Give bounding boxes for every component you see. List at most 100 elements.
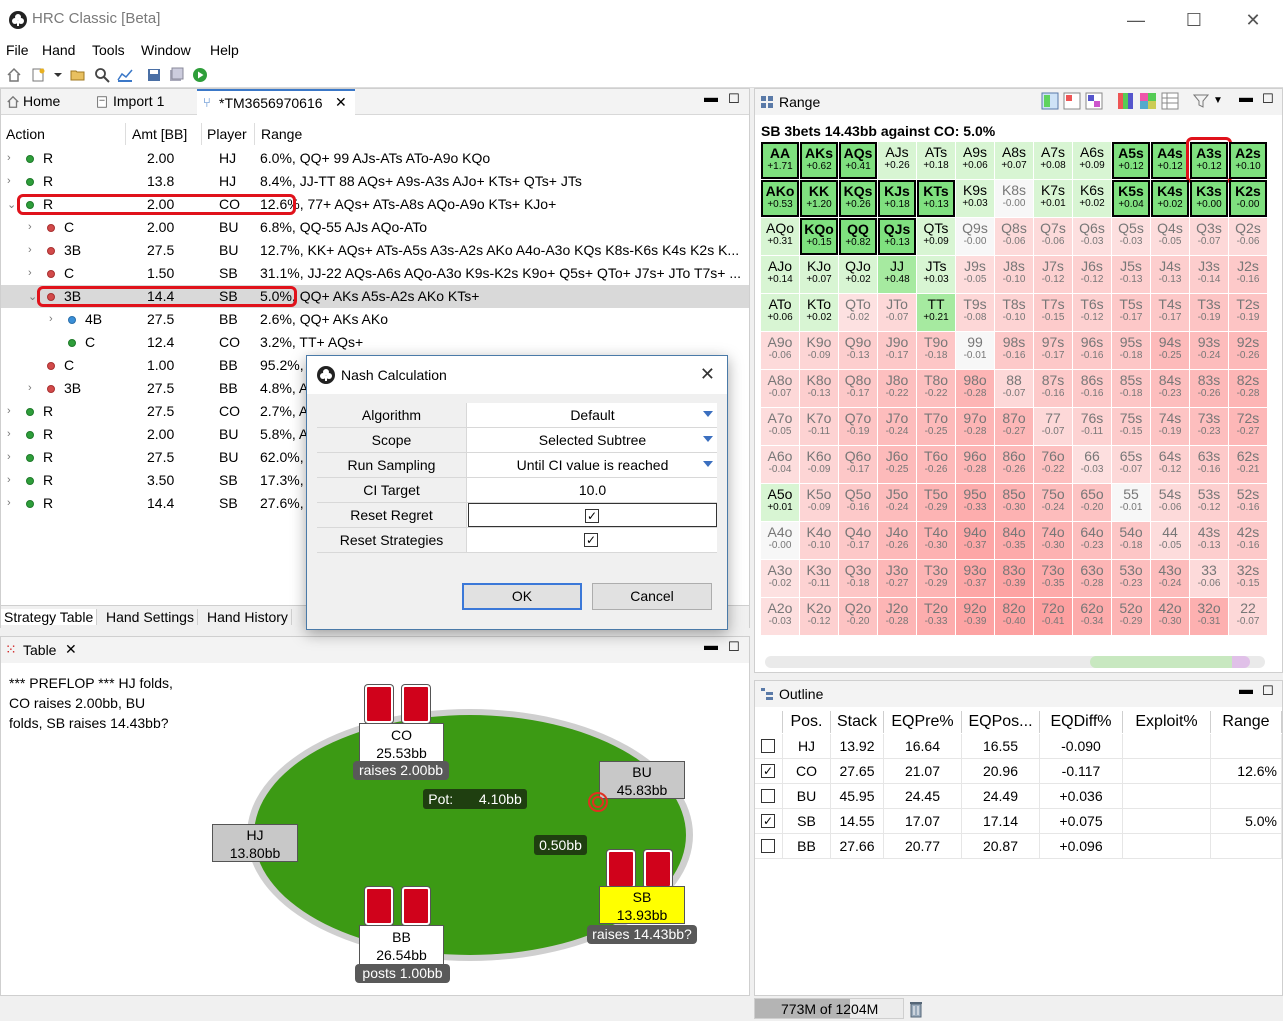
- hand-cell[interactable]: 52s -0.16: [1229, 484, 1267, 521]
- seat-sb[interactable]: SB 13.93bb: [599, 886, 685, 924]
- hand-cell[interactable]: K6s +0.02: [1073, 180, 1111, 217]
- chevron-right-icon[interactable]: ›: [7, 405, 11, 417]
- hand-cell[interactable]: 96o -0.28: [956, 446, 994, 483]
- chevron-right-icon[interactable]: ›: [7, 497, 11, 509]
- tree-row[interactable]: › 4B 27.5 BB 2.6%, QQ+ AKs AKo: [1, 308, 749, 331]
- hand-cell[interactable]: AQs +0.41: [839, 142, 877, 179]
- hand-cell[interactable]: K6o -0.09: [800, 446, 838, 483]
- hand-cell[interactable]: 75o -0.24: [1034, 484, 1072, 521]
- hand-cell[interactable]: 42s -0.16: [1229, 522, 1267, 559]
- hand-cell[interactable]: K3s +0.00: [1190, 180, 1228, 217]
- hand-cell[interactable]: K8s -0.00: [995, 180, 1033, 217]
- hand-cell[interactable]: 72s -0.27: [1229, 408, 1267, 445]
- hand-cell[interactable]: Q7o -0.19: [839, 408, 877, 445]
- tab-close-icon[interactable]: ✕: [335, 94, 347, 111]
- home-icon[interactable]: [6, 67, 22, 83]
- ok-button[interactable]: OK: [462, 583, 582, 610]
- hand-cell[interactable]: K7o -0.11: [800, 408, 838, 445]
- hand-cell[interactable]: 88 -0.07: [995, 370, 1033, 407]
- hand-cell[interactable]: Q5s -0.03: [1112, 218, 1150, 255]
- col-header[interactable]: EQPos...: [962, 711, 1040, 733]
- tab-home[interactable]: Home: [23, 93, 60, 109]
- hand-cell[interactable]: 93s -0.24: [1190, 332, 1228, 369]
- save-all-icon[interactable]: [168, 67, 184, 83]
- open-folder-icon[interactable]: [70, 67, 86, 83]
- col-amt[interactable]: Amt [BB]: [132, 126, 187, 142]
- run-icon[interactable]: [192, 67, 208, 83]
- hand-cell[interactable]: Q5o -0.16: [839, 484, 877, 521]
- hand-cell[interactable]: T3s -0.19: [1190, 294, 1228, 331]
- hand-cell[interactable]: 83o -0.39: [995, 560, 1033, 597]
- hand-cell[interactable]: T3o -0.29: [917, 560, 955, 597]
- hand-cell[interactable]: 42o -0.30: [1151, 598, 1189, 635]
- hand-cell[interactable]: 64o -0.23: [1073, 522, 1111, 559]
- hand-cell[interactable]: J2s -0.16: [1229, 256, 1267, 293]
- field-select[interactable]: Selected Subtree: [468, 428, 717, 452]
- tab-range[interactable]: Range: [779, 94, 820, 110]
- hand-cell[interactable]: AQo +0.31: [761, 218, 799, 255]
- hand-cell[interactable]: 97o -0.28: [956, 408, 994, 445]
- hand-cell[interactable]: KTo +0.02: [800, 294, 838, 331]
- hand-cell[interactable]: T5o -0.29: [917, 484, 955, 521]
- hand-cell[interactable]: 82s -0.28: [1229, 370, 1267, 407]
- chevron-down-icon[interactable]: [703, 436, 713, 442]
- chevron-right-icon[interactable]: ›: [28, 382, 32, 394]
- hand-cell[interactable]: J7s -0.12: [1034, 256, 1072, 293]
- hand-cell[interactable]: T7o -0.25: [917, 408, 955, 445]
- hand-cell[interactable]: A2o -0.03: [761, 598, 799, 635]
- hand-cell[interactable]: J2o -0.28: [878, 598, 916, 635]
- hand-cell[interactable]: TT +0.21: [917, 294, 955, 331]
- menu-file[interactable]: File: [6, 42, 29, 58]
- hand-cell[interactable]: Q4s -0.05: [1151, 218, 1189, 255]
- minimize-view-icon[interactable]: ▬: [1239, 89, 1253, 105]
- hand-cell[interactable]: T9s -0.08: [956, 294, 994, 331]
- search-icon[interactable]: [94, 67, 110, 83]
- maximize-view-icon[interactable]: ☐: [1262, 91, 1274, 107]
- hand-cell[interactable]: 86o -0.26: [995, 446, 1033, 483]
- hand-cell[interactable]: J3o -0.27: [878, 560, 916, 597]
- hand-cell[interactable]: T7s -0.15: [1034, 294, 1072, 331]
- hand-cell[interactable]: 33 -0.06: [1190, 560, 1228, 597]
- tab-tree[interactable]: ⑂ *TM3656970616 ✕: [197, 89, 355, 115]
- hand-cell[interactable]: J3s -0.14: [1190, 256, 1228, 293]
- hand-cell[interactable]: 94s -0.25: [1151, 332, 1189, 369]
- menu-window[interactable]: Window: [141, 42, 191, 58]
- view-mode-icon[interactable]: [1085, 92, 1103, 110]
- seat-hj[interactable]: HJ 13.80bb: [212, 824, 298, 862]
- hand-cell[interactable]: 54o -0.18: [1112, 522, 1150, 559]
- hand-cell[interactable]: K3o -0.11: [800, 560, 838, 597]
- hand-cell[interactable]: Q8o -0.17: [839, 370, 877, 407]
- hand-cell[interactable]: K9o -0.09: [800, 332, 838, 369]
- hand-cell[interactable]: T8o -0.22: [917, 370, 955, 407]
- chevron-right-icon[interactable]: ›: [49, 313, 53, 325]
- col-header[interactable]: Stack: [831, 711, 884, 733]
- hand-cell[interactable]: KJo +0.07: [800, 256, 838, 293]
- tab-table[interactable]: Table: [23, 642, 56, 658]
- hand-cell[interactable]: 74s -0.19: [1151, 408, 1189, 445]
- hand-cell[interactable]: 93o -0.37: [956, 560, 994, 597]
- row-checkbox[interactable]: ✓: [761, 814, 775, 828]
- chevron-right-icon[interactable]: ›: [7, 152, 11, 164]
- hand-cell[interactable]: 95s -0.18: [1112, 332, 1150, 369]
- hand-cell[interactable]: KTs +0.13: [917, 180, 955, 217]
- hand-cell[interactable]: 84o -0.35: [995, 522, 1033, 559]
- chevron-down-icon[interactable]: [703, 461, 713, 467]
- tab-strategy-table[interactable]: Strategy Table: [1, 609, 98, 625]
- chevron-down-icon[interactable]: [703, 411, 713, 417]
- chevron-right-icon[interactable]: ›: [7, 451, 11, 463]
- menu-tools[interactable]: Tools: [92, 42, 125, 58]
- hand-cell[interactable]: 43o -0.24: [1151, 560, 1189, 597]
- col-range[interactable]: Range: [261, 126, 302, 142]
- hand-cell[interactable]: 53s -0.12: [1190, 484, 1228, 521]
- tab-hand-history[interactable]: Hand History: [204, 609, 292, 625]
- hand-cell[interactable]: 53o -0.23: [1112, 560, 1150, 597]
- field-checkbox[interactable]: ✓: [584, 533, 598, 547]
- hand-cell[interactable]: 65s -0.07: [1112, 446, 1150, 483]
- hand-cell[interactable]: A3o -0.02: [761, 560, 799, 597]
- hand-cell[interactable]: 73s -0.23: [1190, 408, 1228, 445]
- maximize-view-icon[interactable]: ☐: [728, 639, 740, 655]
- hand-cell[interactable]: 65o -0.20: [1073, 484, 1111, 521]
- hand-cell[interactable]: T9o -0.18: [917, 332, 955, 369]
- hand-cell[interactable]: 76o -0.22: [1034, 446, 1072, 483]
- hand-cell[interactable]: A8o -0.07: [761, 370, 799, 407]
